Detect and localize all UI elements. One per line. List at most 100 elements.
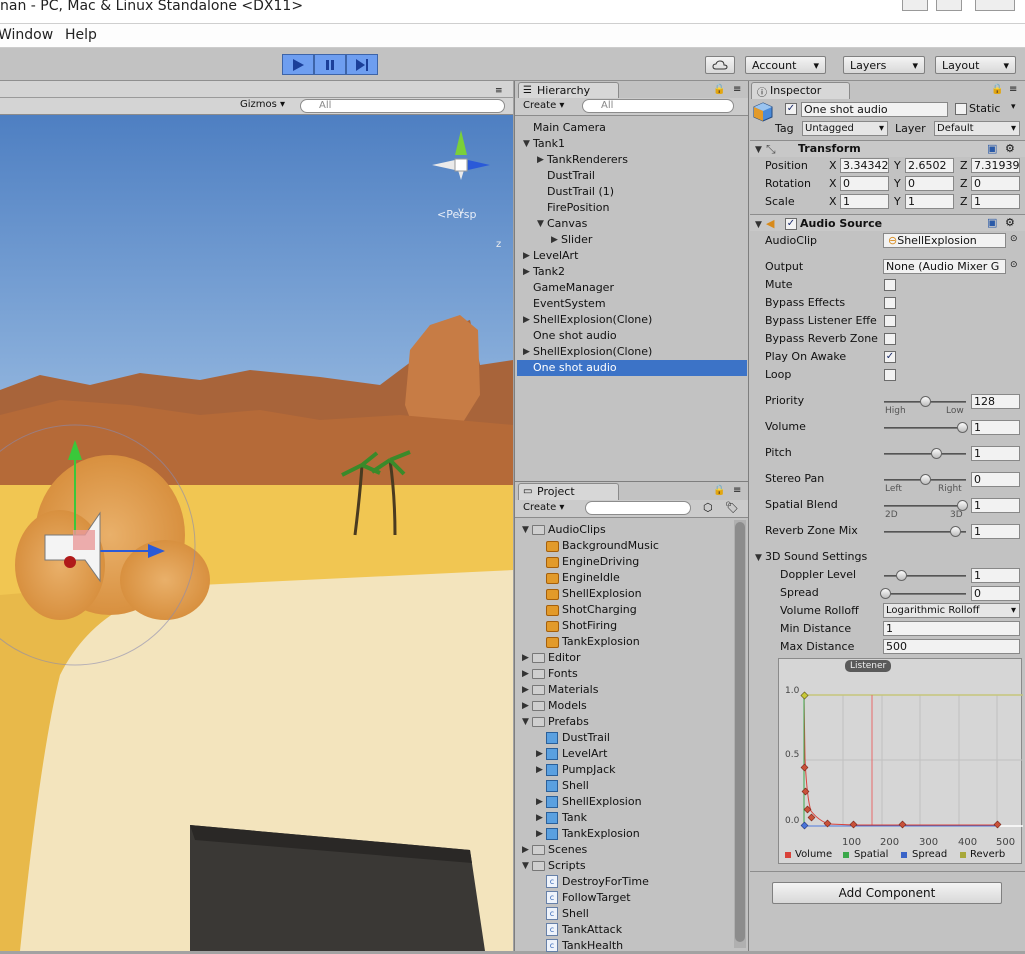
project-item[interactable]: ShotCharging xyxy=(562,602,637,618)
project-item[interactable]: TankExplosion xyxy=(562,826,640,842)
hierarchy-item[interactable]: LevelArt xyxy=(533,248,578,264)
rotation-x-field[interactable]: 0 xyxy=(840,176,889,191)
loop-checkbox[interactable] xyxy=(884,369,896,381)
minimize-button[interactable] xyxy=(902,0,928,11)
menu-window[interactable]: Window xyxy=(0,27,53,43)
panel-menu-icon[interactable]: ≡ xyxy=(733,84,741,95)
hierarchy-item[interactable]: DustTrail (1) xyxy=(547,184,614,200)
persp-label[interactable]: <Persp xyxy=(437,208,476,221)
panel-menu-icon[interactable]: ≡ xyxy=(495,86,503,96)
hierarchy-item[interactable]: GameManager xyxy=(533,280,614,296)
mute-checkbox[interactable] xyxy=(884,279,896,291)
hierarchy-item[interactable]: Tank1 xyxy=(533,136,565,152)
project-search-input[interactable] xyxy=(585,501,691,515)
project-create-button[interactable]: Create ▾ xyxy=(523,502,564,513)
spatial-blend-field[interactable]: 1 xyxy=(971,498,1020,513)
hierarchy-item[interactable]: FirePosition xyxy=(547,200,609,216)
priority-field[interactable]: 128 xyxy=(971,394,1020,409)
hierarchy-create-button[interactable]: Create ▾ xyxy=(523,100,564,111)
static-checkbox[interactable] xyxy=(955,103,967,115)
object-picker-icon[interactable]: ⊙ xyxy=(1010,260,1018,270)
hierarchy-item[interactable]: DustTrail xyxy=(547,168,595,184)
project-item[interactable]: ShellExplosion xyxy=(562,586,642,602)
hierarchy-item[interactable]: EventSystem xyxy=(533,296,606,312)
3d-sound-title[interactable]: 3D Sound Settings xyxy=(765,550,867,563)
project-item[interactable]: Fonts xyxy=(548,666,578,682)
project-item[interactable]: AudioClips xyxy=(548,522,606,538)
cloud-button[interactable] xyxy=(705,56,735,74)
project-item[interactable]: Tank xyxy=(562,810,587,826)
layout-dropdown[interactable]: Layout ▾ xyxy=(935,56,1016,74)
project-tab[interactable]: Project xyxy=(518,483,619,500)
scale-x-field[interactable]: 1 xyxy=(840,194,889,209)
doppler-field[interactable]: 1 xyxy=(971,568,1020,583)
project-item[interactable]: BackgroundMusic xyxy=(562,538,659,554)
transform-header[interactable] xyxy=(750,140,1025,157)
project-item[interactable]: TankExplosion xyxy=(562,634,640,650)
play-on-awake-checkbox[interactable]: ✓ xyxy=(884,351,896,363)
project-item[interactable]: EngineDriving xyxy=(562,554,639,570)
scrollbar-thumb[interactable] xyxy=(735,522,745,942)
gear-icon[interactable]: ⚙ xyxy=(1005,216,1015,229)
project-item[interactable]: Scenes xyxy=(548,842,587,858)
lock-icon[interactable]: 🔒 xyxy=(713,485,725,496)
hierarchy-item[interactable]: Canvas xyxy=(547,216,587,232)
audioclip-field[interactable]: ⊖ShellExplosion xyxy=(883,233,1006,248)
slider-knob[interactable] xyxy=(957,422,968,433)
audio-source-enabled-checkbox[interactable]: ✓ xyxy=(785,218,797,230)
object-picker-icon[interactable]: ⊙ xyxy=(1010,234,1018,244)
pause-button[interactable] xyxy=(314,54,346,75)
hierarchy-item-selected[interactable]: One shot audio xyxy=(517,360,747,376)
menu-help[interactable]: Help xyxy=(65,27,97,43)
project-item[interactable]: Prefabs xyxy=(548,714,589,730)
lock-icon[interactable]: 🔒 xyxy=(713,84,725,95)
slider-knob[interactable] xyxy=(950,526,961,537)
scale-y-field[interactable]: 1 xyxy=(905,194,954,209)
max-distance-field[interactable]: 500 xyxy=(883,639,1020,654)
filter-type-icon[interactable]: ⬡ xyxy=(703,501,713,514)
close-button[interactable] xyxy=(975,0,1015,11)
hierarchy-item[interactable]: Main Camera xyxy=(533,120,606,136)
tag-dropdown[interactable]: Untagged ▾ xyxy=(802,121,888,136)
slider-knob[interactable] xyxy=(920,396,931,407)
bypass-effects-checkbox[interactable] xyxy=(884,297,896,309)
bypass-listener-checkbox[interactable] xyxy=(884,315,896,327)
spread-slider[interactable] xyxy=(884,593,966,595)
output-field[interactable]: None (Audio Mixer G xyxy=(883,259,1006,274)
play-button[interactable] xyxy=(282,54,314,75)
hierarchy-item[interactable]: ShellExplosion(Clone) xyxy=(533,344,652,360)
project-item[interactable]: Models xyxy=(548,698,587,714)
layer-dropdown[interactable]: Default ▾ xyxy=(934,121,1020,136)
hierarchy-item[interactable]: ShellExplosion(Clone) xyxy=(533,312,652,328)
scale-z-field[interactable]: 1 xyxy=(971,194,1020,209)
active-checkbox[interactable]: ✓ xyxy=(785,103,797,115)
hierarchy-item[interactable]: Slider xyxy=(561,232,592,248)
slider-knob[interactable] xyxy=(880,588,891,599)
pitch-slider[interactable] xyxy=(884,453,966,455)
project-item[interactable]: Shell xyxy=(562,906,589,922)
project-item[interactable]: TankHealth xyxy=(562,938,623,954)
project-item[interactable]: Editor xyxy=(548,650,581,666)
position-y-field[interactable]: 2.6502 xyxy=(905,158,954,173)
project-scrollbar[interactable] xyxy=(734,520,746,948)
project-item[interactable]: DustTrail xyxy=(562,730,610,746)
spread-field[interactable]: 0 xyxy=(971,586,1020,601)
slider-knob[interactable] xyxy=(920,474,931,485)
project-item[interactable]: Scripts xyxy=(548,858,586,874)
project-item[interactable]: Shell xyxy=(562,778,589,794)
rolloff-graph[interactable]: Listener 1.0 0.5 0.0 100 200 300 400 500… xyxy=(778,658,1023,864)
reverb-zone-mix-field[interactable]: 1 xyxy=(971,524,1020,539)
add-component-button[interactable]: Add Component xyxy=(772,882,1002,904)
rotation-z-field[interactable]: 0 xyxy=(971,176,1020,191)
pitch-field[interactable]: 1 xyxy=(971,446,1020,461)
slider-knob[interactable] xyxy=(931,448,942,459)
project-item[interactable]: Materials xyxy=(548,682,598,698)
scene-viewport[interactable] xyxy=(0,115,513,951)
volume-rolloff-dropdown[interactable]: Logarithmic Rolloff ▾ xyxy=(883,603,1020,618)
min-distance-field[interactable]: 1 xyxy=(883,621,1020,636)
project-item[interactable]: EngineIdle xyxy=(562,570,620,586)
filter-label-icon[interactable]: 🏷 xyxy=(725,501,739,514)
hierarchy-item[interactable]: TankRenderers xyxy=(547,152,628,168)
object-name-field[interactable]: One shot audio xyxy=(801,102,948,117)
scene-search-input[interactable]: All xyxy=(300,99,505,113)
